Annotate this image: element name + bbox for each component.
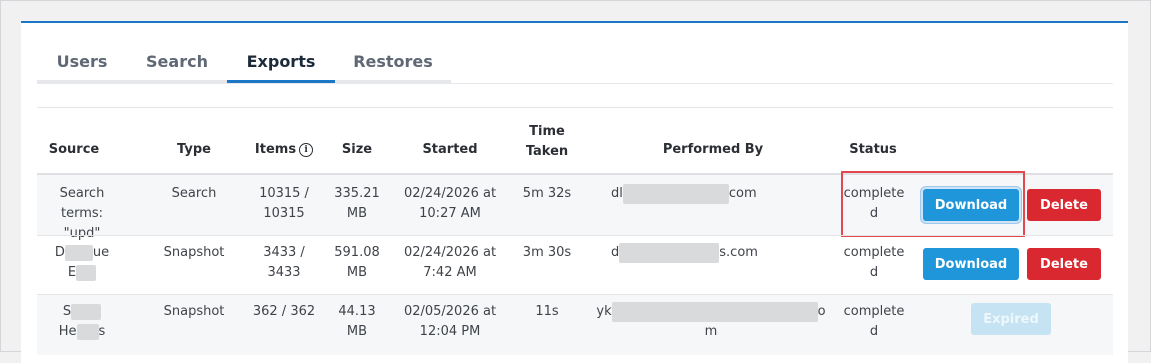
redacted-email <box>619 243 720 263</box>
exports-panel: Users Search Exports Restores Source Typ… <box>21 21 1128 363</box>
redacted-name <box>71 304 102 320</box>
row3-items: 362 / 362 <box>252 304 316 319</box>
row1-items: 10315 /10315 <box>259 186 309 221</box>
header-type[interactable]: Type <box>159 135 229 165</box>
row2-type: Snapshot <box>163 245 225 260</box>
header-source[interactable]: Source <box>37 135 111 165</box>
row1-type: Search <box>171 186 217 201</box>
divider <box>37 83 1113 84</box>
row2-started: 02/24/2026 at 7:42 AM <box>403 245 497 280</box>
row2-status: complete d <box>843 245 905 280</box>
row2-performed-by: d s.com <box>611 243 811 263</box>
row1-time-taken: 5m 32s <box>522 186 572 201</box>
row1-performed-by: dl com <box>611 184 811 204</box>
row3-size: 44.13 MB <box>338 304 376 339</box>
tab-bar: Users Search Exports Restores <box>37 45 451 83</box>
row3-type: Snapshot <box>163 304 225 319</box>
delete-button[interactable]: Delete <box>1027 248 1101 280</box>
tab-search[interactable]: Search <box>127 45 227 83</box>
redacted-name <box>76 265 97 281</box>
redacted-name <box>76 324 99 340</box>
header-started[interactable]: Started <box>405 135 495 165</box>
tab-users[interactable]: Users <box>37 45 127 83</box>
row3-started: 02/05/2026 at 12:04 PM <box>403 304 497 339</box>
redacted-email <box>611 302 818 322</box>
redacted-email <box>622 184 729 204</box>
row2-source: D ue E <box>54 245 110 281</box>
row3-performed-by: yk o m <box>596 302 826 339</box>
header-items[interactable]: Items i <box>249 135 319 165</box>
divider <box>37 107 1113 108</box>
header-performed-by[interactable]: Performed By <box>627 135 799 165</box>
row3-time-taken: 11s <box>535 304 559 319</box>
row1-started: 02/24/2026 at 10:27 AM <box>403 186 497 221</box>
header-size[interactable]: Size <box>327 135 387 165</box>
header-status[interactable]: Status <box>833 135 913 165</box>
row-divider <box>37 235 1113 236</box>
delete-button[interactable]: Delete <box>1027 189 1101 221</box>
row2-time-taken: 3m 30s <box>522 245 572 260</box>
header-time-taken[interactable]: Time Taken <box>507 119 587 165</box>
highlight-box <box>841 171 1025 237</box>
redacted-name <box>64 245 93 261</box>
row3-source: S He s <box>58 304 106 340</box>
row2-size: 591.08 MB <box>334 245 380 280</box>
info-icon[interactable]: i <box>299 143 314 157</box>
expired-button[interactable]: Expired <box>971 303 1051 335</box>
tab-exports[interactable]: Exports <box>227 45 335 83</box>
tab-restores[interactable]: Restores <box>335 45 451 83</box>
row1-size: 335.21 MB <box>334 186 380 221</box>
download-button[interactable]: Download <box>923 248 1019 280</box>
row3-status: complete d <box>843 304 905 339</box>
row2-items: 3433 /3433 <box>263 245 305 280</box>
